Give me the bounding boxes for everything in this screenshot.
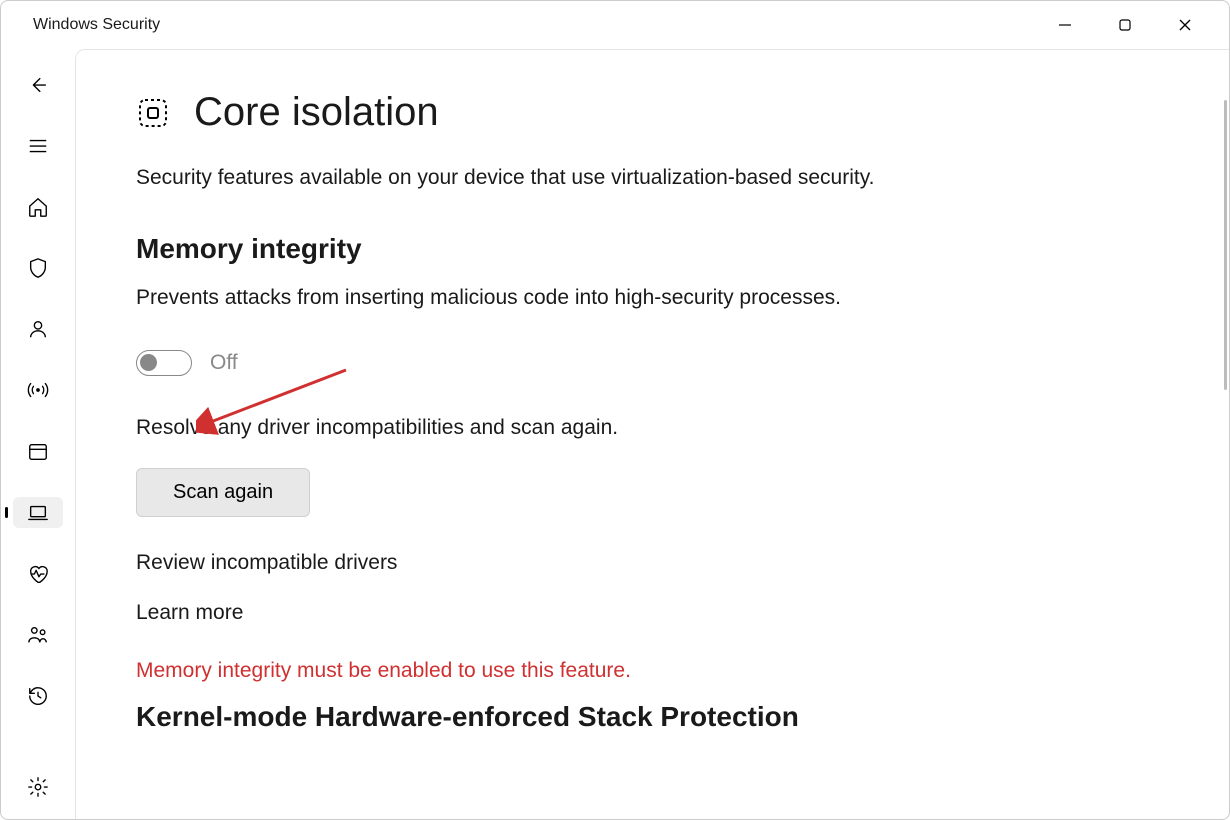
- review-incompatible-drivers-link[interactable]: Review incompatible drivers: [136, 547, 896, 579]
- learn-more-link[interactable]: Learn more: [136, 597, 896, 629]
- window-controls: [1035, 1, 1215, 49]
- page-description: Security features available on your devi…: [136, 163, 896, 193]
- maximize-button[interactable]: [1095, 1, 1155, 49]
- toggle-knob: [140, 354, 157, 371]
- heart-pulse-icon: [27, 563, 49, 585]
- shield-icon: [27, 257, 49, 279]
- antenna-icon: [27, 379, 49, 401]
- titlebar: Windows Security: [1, 1, 1229, 49]
- nav-device-security[interactable]: [13, 497, 63, 528]
- family-icon: [27, 624, 49, 646]
- nav-app-browser[interactable]: [13, 436, 63, 467]
- nav-account-protection[interactable]: [13, 314, 63, 345]
- laptop-icon: [27, 502, 49, 524]
- content-area: Core isolation Security features availab…: [75, 49, 1229, 819]
- nav-family-options[interactable]: [13, 620, 63, 651]
- nav-home[interactable]: [13, 191, 63, 222]
- menu-button[interactable]: [13, 130, 63, 161]
- memory-integrity-description: Prevents attacks from inserting maliciou…: [136, 283, 896, 313]
- gear-icon: [27, 776, 49, 798]
- core-isolation-icon: [136, 96, 170, 130]
- nav-firewall[interactable]: [13, 375, 63, 406]
- back-button[interactable]: [13, 69, 63, 100]
- nav-settings[interactable]: [13, 772, 63, 803]
- sidebar: [1, 49, 75, 819]
- resolve-text: Resolve any driver incompatibilities and…: [136, 416, 896, 440]
- nav-virus-threat[interactable]: [13, 253, 63, 284]
- scrollbar[interactable]: [1224, 100, 1227, 390]
- stack-protection-warning: Memory integrity must be enabled to use …: [136, 659, 896, 683]
- toggle-state-label: Off: [210, 351, 238, 375]
- memory-integrity-toggle[interactable]: [136, 350, 192, 376]
- stack-protection-title: Kernel-mode Hardware-enforced Stack Prot…: [136, 701, 896, 733]
- minimize-button[interactable]: [1035, 1, 1095, 49]
- nav-protection-history[interactable]: [13, 681, 63, 712]
- close-button[interactable]: [1155, 1, 1215, 49]
- account-icon: [27, 318, 49, 340]
- nav-device-performance[interactable]: [13, 558, 63, 589]
- window-icon: [27, 441, 49, 463]
- page-title: Core isolation: [194, 90, 439, 135]
- window-title: Windows Security: [33, 16, 160, 34]
- memory-integrity-title: Memory integrity: [136, 233, 896, 265]
- back-arrow-icon: [27, 74, 49, 96]
- history-icon: [27, 685, 49, 707]
- hamburger-icon: [27, 135, 49, 157]
- home-icon: [27, 196, 49, 218]
- scan-again-button[interactable]: Scan again: [136, 468, 310, 517]
